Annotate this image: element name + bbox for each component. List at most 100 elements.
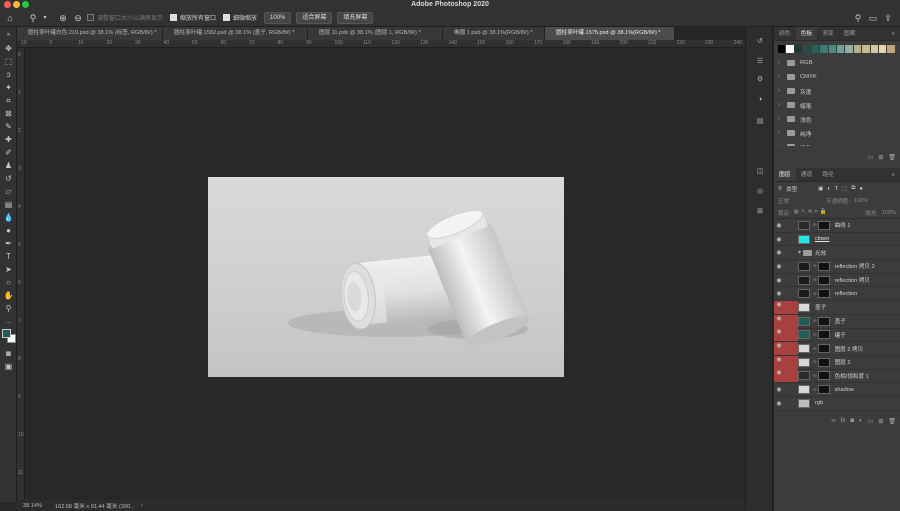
swatch-group[interactable]: › CMYK [774, 70, 900, 84]
link-icon[interactable]: ∞ [813, 222, 817, 228]
filter-smart-icon[interactable]: ⧉ [852, 185, 856, 192]
layer-mask-thumbnail[interactable] [817, 275, 830, 285]
zoom-window-button[interactable] [22, 1, 29, 8]
layer-mask-thumbnail[interactable] [817, 344, 830, 354]
layer-row[interactable]: ◉ ∞ reflection 拷贝 2 [774, 260, 900, 274]
paths-panel-icon[interactable]: ⊞ [755, 207, 765, 217]
tab-swatches[interactable]: 色板 [795, 27, 818, 40]
swatch-group[interactable]: › 浅色 [774, 112, 900, 126]
swatch-group[interactable]: › RGB [774, 56, 900, 70]
chevron-right-icon[interactable]: › [778, 60, 784, 66]
document-tab[interactable]: 圆柱茶叶罐.1582.psd @ 38.1% (盖子, RGB/8#) * [163, 27, 308, 40]
color-swatch[interactable] [862, 45, 870, 53]
layer-row[interactable]: ◉ ∞ 图层 2 拷贝 [774, 342, 900, 356]
zoom-all-windows-checkbox[interactable]: 缩放所有窗口 [170, 13, 216, 22]
lock-icons[interactable]: ▦✎✥⌗🔒 [794, 209, 829, 216]
properties-panel-icon[interactable]: ☰ [755, 57, 765, 67]
layer-row[interactable]: ◉ rgb [774, 397, 900, 411]
visibility-eye-icon[interactable]: ◉ [774, 263, 784, 270]
fill-screen-button[interactable]: 填充屏幕 [337, 11, 374, 24]
document-tab[interactable]: 圆柱茶叶罐白色.219.psd @ 38.1% (标签, RGB/8#) * [17, 27, 163, 40]
new-group-icon[interactable]: ▭ [868, 418, 874, 425]
canvas-area[interactable] [25, 48, 745, 500]
add-mask-icon[interactable]: ◙ [850, 418, 854, 424]
color-swatch[interactable] [778, 45, 786, 53]
pen-tool-icon[interactable]: ✒ [3, 238, 14, 249]
link-icon[interactable]: ∞ [813, 346, 817, 352]
kind-filter-select[interactable]: 类型 [786, 185, 814, 193]
new-group-icon[interactable]: ▭ [868, 154, 874, 161]
tab-channels[interactable]: 通道 [796, 168, 818, 181]
scrubby-zoom-checkbox[interactable]: 细微缩放 [223, 13, 257, 22]
layer-row[interactable]: ◉ ∞ 盖子 [774, 314, 900, 329]
dodge-tool-icon[interactable]: ● [3, 225, 14, 236]
zoom-tool-preset-icon[interactable]: ⚲ [27, 12, 39, 24]
visibility-eye-icon[interactable]: ◉ [774, 328, 784, 342]
link-icon[interactable]: ∞ [813, 373, 817, 379]
color-swatch[interactable] [811, 45, 820, 53]
collapse-toolbar-icon[interactable]: » [3, 30, 14, 41]
zoom-100-button[interactable]: 100% [264, 11, 292, 24]
minimize-window-button[interactable] [13, 1, 20, 8]
more-tools-icon[interactable]: … [3, 317, 14, 328]
tab-color[interactable]: 颜色 [774, 27, 796, 40]
history-brush-tool-icon[interactable]: ↺ [3, 173, 14, 184]
chevron-right-icon[interactable]: › [778, 74, 784, 80]
color-swatch[interactable] [786, 45, 794, 53]
color-swatch[interactable] [820, 45, 828, 53]
color-swatch[interactable] [794, 45, 803, 53]
clone-stamp-tool-icon[interactable]: ♟ [3, 160, 14, 171]
document-tab[interactable]: 椭圆 1.psb @ 38.1%(RGB/8#) * [443, 27, 545, 40]
blur-tool-icon[interactable]: 💧 [3, 212, 14, 223]
opacity-input[interactable]: 100% [854, 198, 868, 204]
color-swatch[interactable] [879, 45, 887, 53]
tab-patterns[interactable]: 图案 [839, 27, 861, 40]
visibility-eye-icon[interactable]: ◉ [774, 249, 784, 256]
chevron-right-icon[interactable]: › [778, 116, 784, 122]
filter-pixel-icon[interactable]: ▣ [818, 186, 823, 192]
ellipse-tool-icon[interactable]: ○ [3, 277, 14, 288]
link-icon[interactable]: ∞ [813, 359, 817, 365]
color-swatches[interactable] [2, 329, 16, 343]
filter-toggle-icon[interactable]: ● [860, 186, 863, 192]
styles-panel-icon[interactable]: ▤ [755, 117, 765, 127]
delete-layer-icon[interactable]: 🗑 [888, 418, 896, 425]
tab-paths[interactable]: 路径 [817, 168, 839, 181]
share-icon[interactable]: ⇪ [882, 12, 894, 24]
link-icon[interactable]: ∞ [813, 318, 817, 324]
layers-panel-menu-icon[interactable]: ≡ [887, 168, 900, 181]
layers-panel-icon[interactable]: ◫ [755, 167, 765, 177]
delete-icon[interactable]: 🗑 [888, 154, 896, 161]
lasso-tool-icon[interactable]: ↄ [3, 69, 14, 80]
color-swatch[interactable] [887, 45, 895, 53]
crop-tool-icon[interactable]: ⌗ [3, 95, 14, 106]
path-selection-tool-icon[interactable]: ➤ [3, 264, 14, 275]
visibility-eye-icon[interactable]: ◉ [774, 400, 784, 407]
filter-shape-icon[interactable]: ⬚ [842, 186, 847, 192]
quick-mask-icon[interactable]: ◙ [3, 348, 14, 359]
home-icon[interactable]: ⌂ [4, 12, 16, 24]
visibility-eye-icon[interactable]: ◉ [774, 355, 784, 369]
gradient-tool-icon[interactable]: ▤ [3, 199, 14, 210]
layer-mask-thumbnail[interactable] [817, 330, 830, 340]
filter-type-icon[interactable]: T [835, 186, 838, 192]
close-window-button[interactable] [4, 1, 11, 8]
visibility-eye-icon[interactable]: ◉ [774, 342, 784, 356]
layer-row[interactable]: ◉ ∞ reflection [774, 287, 900, 302]
visibility-eye-icon[interactable]: ◉ [774, 369, 784, 383]
workspace-icon[interactable]: ▭ [867, 12, 879, 24]
layer-row[interactable]: ◉ ∞ shadow [774, 383, 900, 397]
new-adjustment-icon[interactable]: ◐ [859, 418, 863, 424]
libraries-panel-icon[interactable]: ◑ [755, 95, 765, 105]
move-tool-icon[interactable]: ✥ [3, 43, 14, 54]
marquee-tool-icon[interactable]: ⬚ [3, 56, 14, 67]
blend-mode-select[interactable]: 正常 [778, 197, 826, 205]
color-swatch[interactable] [853, 45, 862, 53]
layer-mask-thumbnail[interactable] [817, 385, 830, 395]
link-layers-icon[interactable]: ∞ [831, 418, 835, 424]
layer-mask-thumbnail[interactable] [817, 316, 830, 326]
visibility-eye-icon[interactable]: ◉ [774, 222, 784, 229]
frame-tool-icon[interactable]: ⊠ [3, 108, 14, 119]
adjustments-panel-icon[interactable]: ⚙ [755, 75, 765, 85]
document-tab[interactable]: 图层 11.psb @ 38.1% (图层 1, RGB/8#) * [308, 27, 443, 40]
